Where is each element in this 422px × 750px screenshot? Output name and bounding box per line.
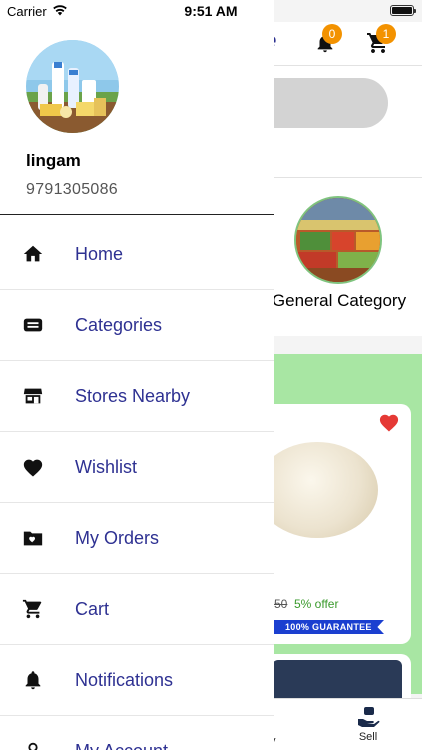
- product-image-rice: [256, 442, 378, 538]
- orders-folder-icon: [22, 527, 44, 549]
- menu-item-my-orders[interactable]: My Orders: [0, 503, 274, 574]
- status-time: 9:51 AM: [184, 3, 238, 19]
- status-bar: Carrier 9:51 AM: [0, 0, 422, 22]
- menu-label-home: Home: [75, 244, 124, 264]
- menu-item-cart[interactable]: Cart: [0, 574, 274, 645]
- menu-item-home[interactable]: Home: [0, 219, 274, 290]
- cart-count-badge: 1: [376, 24, 396, 44]
- heart-icon: [22, 456, 44, 478]
- general-category-image[interactable]: [294, 196, 382, 284]
- user-avatar[interactable]: [26, 40, 119, 133]
- menu-item-notifications[interactable]: Notifications: [0, 645, 274, 716]
- menu-item-categories[interactable]: Categories: [0, 290, 274, 361]
- menu-label-categories: Categories: [75, 315, 163, 335]
- bell-icon: [22, 669, 44, 691]
- navigation-drawer: lingam 9791305086 Home Categories Stores…: [0, 0, 274, 750]
- menu-item-stores-nearby[interactable]: Stores Nearby: [0, 361, 274, 432]
- notification-count-badge: 0: [322, 24, 342, 44]
- cart-icon: [22, 598, 44, 620]
- guarantee-ribbon: 100% GUARANTEE: [274, 620, 384, 634]
- drawer-menu: Home Categories Stores Nearby Wishlist M…: [0, 219, 274, 750]
- general-category-label[interactable]: General Category: [270, 290, 408, 311]
- product-offer-text: 5% offer: [294, 597, 339, 611]
- tab-sell-label[interactable]: Sell: [346, 731, 390, 743]
- categories-icon: [22, 314, 44, 336]
- menu-label-my-orders: My Orders: [75, 528, 160, 548]
- menu-item-my-account[interactable]: My Account: [0, 716, 274, 750]
- wishlist-heart-icon[interactable]: [378, 412, 400, 437]
- home-icon: [22, 243, 44, 265]
- user-name: lingam: [26, 151, 81, 170]
- menu-label-wishlist: Wishlist: [75, 457, 137, 477]
- battery-icon: [390, 5, 416, 16]
- menu-item-wishlist[interactable]: Wishlist: [0, 432, 274, 503]
- menu-label-cart: Cart: [75, 599, 110, 619]
- account-icon: [22, 740, 44, 750]
- menu-label-notifications: Notifications: [75, 670, 174, 690]
- drawer-header-divider: [0, 214, 274, 215]
- user-phone: 9791305086: [26, 181, 118, 198]
- store-icon: [22, 385, 44, 407]
- product-old-price: 50: [274, 597, 288, 611]
- menu-label-stores-nearby: Stores Nearby: [75, 386, 191, 406]
- menu-label-my-account: My Account: [75, 741, 168, 750]
- sell-hand-icon[interactable]: [356, 705, 380, 734]
